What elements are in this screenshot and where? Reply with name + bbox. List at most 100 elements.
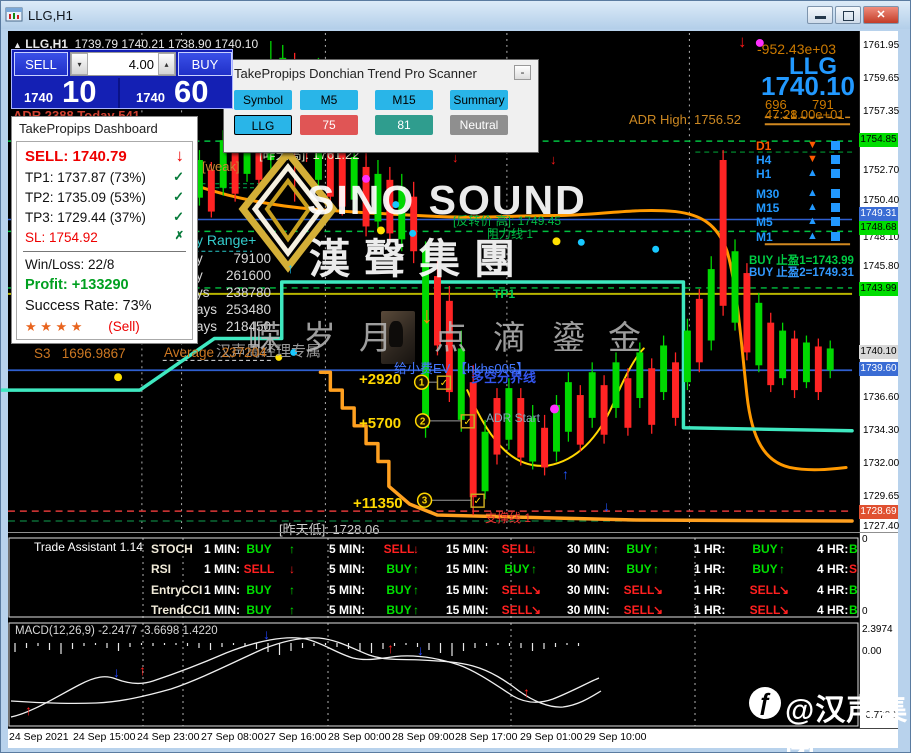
scanner-cell[interactable]: LLG: [234, 115, 292, 135]
scanner-header-m5[interactable]: M5: [300, 90, 358, 110]
price-badge: 1728.69: [859, 505, 898, 519]
down-arrow-icon: ↓: [413, 542, 419, 556]
donchian-scanner-panel[interactable]: TakePropips Donchian Trend Pro Scanner -…: [223, 59, 539, 153]
up-arrow-icon: ↑: [653, 562, 659, 576]
time-axis-label: 28 Sep 17:00: [455, 731, 518, 743]
scanner-cell[interactable]: Neutral: [450, 115, 508, 135]
minimize-icon: [815, 16, 826, 19]
daily-range-label: y Range+: [196, 232, 257, 248]
down-arrow-icon: ↘: [653, 583, 664, 597]
candle: [719, 150, 727, 316]
candle: [755, 292, 763, 373]
cross-icon: ✗: [174, 230, 184, 242]
dashboard-row: TP3: 1729.44 (37%) ✓: [25, 209, 184, 225]
signal-value: BUY: [849, 603, 858, 617]
candle: [564, 372, 572, 442]
support-line-label: 支撑线 1: [485, 511, 532, 525]
lot-size-input[interactable]: [88, 53, 158, 75]
down-arrow-icon: ↓: [531, 542, 537, 556]
up-arrow-icon: ↑: [779, 542, 785, 556]
lot-size-box: ▾ ▴: [70, 52, 176, 76]
square-icon: [831, 217, 840, 226]
trade-assistant-title: Trade Assistant 1.14: [34, 540, 143, 554]
up-arrow-icon: ↑: [653, 542, 659, 556]
axis-tick: 1732.00: [863, 458, 900, 469]
buy-price[interactable]: 1740 60: [122, 74, 232, 109]
scanner-cell[interactable]: 75: [300, 115, 358, 135]
candle: [791, 330, 799, 399]
sell-button[interactable]: SELL: [14, 52, 68, 76]
subwindow-axis-value: 0.00: [862, 646, 882, 657]
candle: [779, 322, 787, 386]
svg-text:3: 3: [422, 496, 428, 507]
candle: [493, 388, 501, 465]
down-arrow-icon: ↘: [779, 603, 790, 617]
lot-increase-button[interactable]: ▴: [158, 53, 175, 75]
axis-tick: 1745.80: [863, 261, 900, 272]
buy-button[interactable]: BUY: [178, 52, 232, 76]
up-arrow-icon: ↑: [289, 583, 295, 597]
close-button[interactable]: ✕: [863, 6, 899, 24]
scanner-title: TakePropips Donchian Trend Pro Scanner: [234, 66, 477, 81]
restore-icon: [843, 11, 854, 21]
svg-text:1: 1: [419, 378, 425, 389]
down-arrow-icon: ↓: [738, 32, 747, 51]
candle: [672, 352, 679, 426]
dashboard-row: TP1: 1737.87 (73%) ✓: [25, 169, 184, 185]
candle: [802, 335, 810, 389]
up-arrow-icon: ↑: [562, 466, 569, 482]
timeframe-column-label: 1 HR:: [694, 542, 726, 556]
restore-button[interactable]: [835, 6, 861, 24]
up-arrow-icon: ↑: [289, 603, 295, 617]
up-arrow-icon: ↑: [413, 583, 419, 597]
step-up-icon: ▴: [164, 60, 169, 69]
square-icon: [831, 189, 840, 198]
up-triangle-icon: ▲: [807, 187, 818, 199]
signal-value: BUY: [246, 603, 272, 617]
timeframe-label: M1: [756, 230, 773, 244]
axis-tick: 1759.65: [863, 73, 900, 84]
macd-pane[interactable]: [8, 621, 859, 728]
weak-label: [weak]: [202, 159, 240, 174]
timeframe-column-label: 30 MIN:: [567, 562, 610, 576]
scanner-header-symbol[interactable]: Symbol: [234, 90, 292, 110]
square-icon: [831, 203, 840, 212]
winloss-row: Win/Loss: 22/8: [25, 257, 115, 272]
sell-price[interactable]: 1740 10: [14, 74, 120, 109]
axis-tick: 1736.60: [863, 392, 900, 403]
timeframe-column-label: 1 HR:: [694, 562, 726, 576]
scanner-cell[interactable]: 81: [375, 115, 433, 135]
down-triangle-icon: ▼: [807, 139, 818, 151]
signal-value: BUY: [849, 542, 858, 556]
timeframe-column-label: 15 MIN:: [446, 562, 489, 576]
tip-watermark: 给小费EV 【hkhs005】: [394, 361, 530, 376]
close-icon: ✕: [876, 9, 886, 21]
timeframe-label: D1: [756, 139, 772, 153]
scanner-header-summary[interactable]: Summary: [450, 90, 508, 110]
timeframe-column-label: 5 MIN:: [329, 542, 365, 556]
profit-pips-label: +11350: [353, 495, 403, 512]
candle: [731, 239, 739, 331]
timeframe-column-label: 15 MIN:: [446, 603, 489, 617]
square-icon: [831, 141, 840, 150]
svg-text:✓: ✓: [473, 496, 481, 507]
down-arrow-icon: ↓: [421, 302, 433, 328]
watermark-char: 滴: [493, 319, 526, 356]
timeframe-column-label: 1 MIN:: [204, 542, 240, 556]
signal-value: SELL: [849, 562, 858, 576]
subwindow-splitter[interactable]: [8, 532, 898, 533]
up-arrow-icon: ↑: [139, 662, 146, 678]
period-volume-row: ys: [196, 285, 210, 300]
minimize-button[interactable]: [807, 6, 833, 24]
takepropips-dashboard-panel[interactable]: TakePropips Dashboard SELL: 1740.79 ↓ TP…: [11, 116, 198, 344]
down-arrow-icon: ↘: [531, 603, 542, 617]
up-arrow-icon: ↑: [387, 640, 394, 656]
up-arrow-icon: ↑: [289, 542, 295, 556]
scanner-header-m15[interactable]: M15: [375, 90, 433, 110]
timeframe-column-label: 1 HR:: [694, 583, 726, 597]
up-arrow-icon: ↑: [531, 562, 537, 576]
scanner-minimize-button[interactable]: -: [514, 65, 531, 80]
timeframe-column-label: 15 MIN:: [446, 542, 489, 556]
window-titlebar[interactable]: LLG,H1 ✕: [1, 1, 910, 29]
lot-decrease-button[interactable]: ▾: [71, 53, 88, 75]
